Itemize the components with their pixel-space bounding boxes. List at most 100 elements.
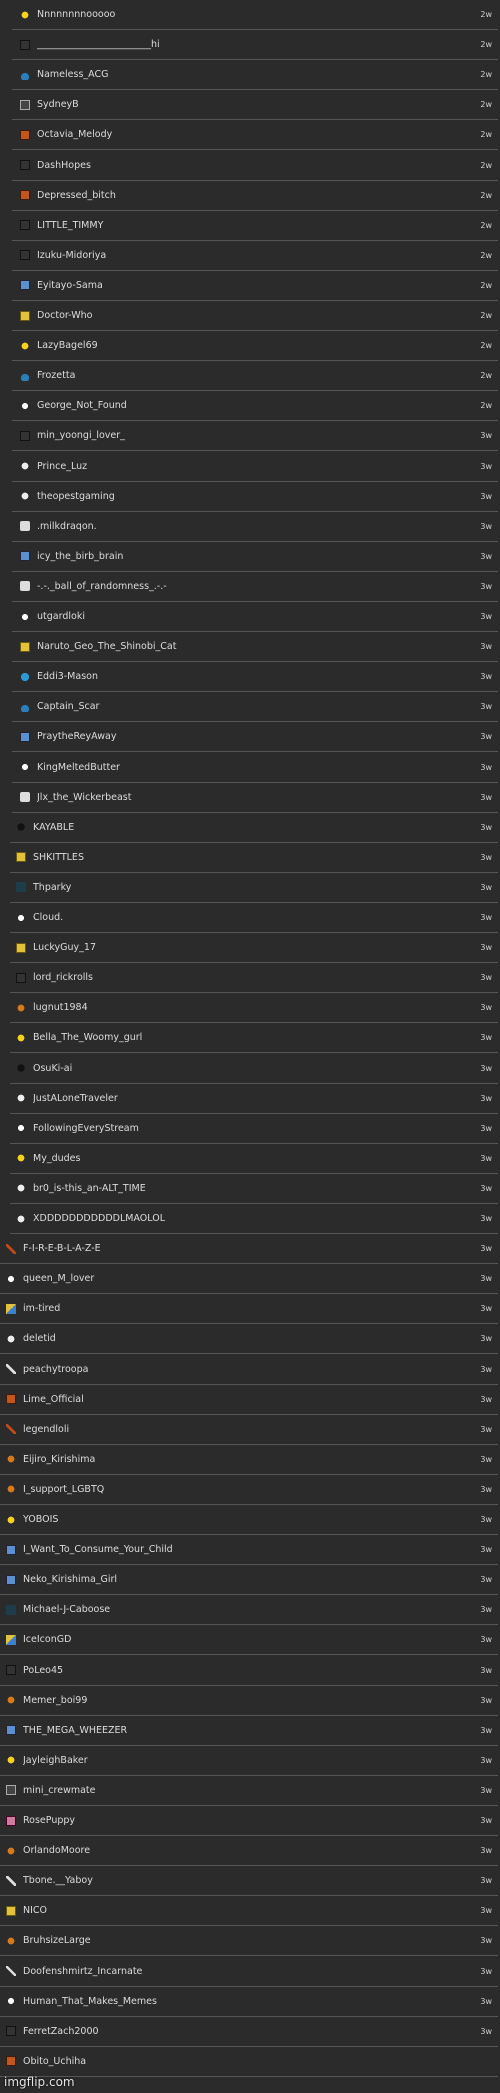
list-item[interactable]: LITTLE_TIMMY 2w xyxy=(12,210,498,241)
username[interactable]: lord_rickrolls xyxy=(33,972,480,983)
username[interactable]: I_Want_To_Consume_Your_Child xyxy=(23,1544,480,1555)
username[interactable]: PraytheReyAway xyxy=(37,731,480,742)
username[interactable]: deletid xyxy=(23,1333,480,1344)
list-item[interactable]: peachytroopa 3w xyxy=(0,1354,498,1385)
list-item[interactable]: Lime_Official 3w xyxy=(0,1384,498,1415)
username[interactable]: OsuKi-ai xyxy=(33,1063,480,1074)
list-item[interactable]: JustALoneTraveler 3w xyxy=(10,1083,498,1114)
username[interactable]: utgardloki xyxy=(37,611,480,622)
list-item[interactable]: I_support_LGBTQ 3w xyxy=(0,1474,498,1505)
username[interactable]: Cloud. xyxy=(33,912,480,923)
list-item[interactable]: SydneyB 2w xyxy=(12,90,498,121)
list-item[interactable]: XDDDDDDDDDDDLMAOLOL 3w xyxy=(10,1204,498,1234)
list-item[interactable]: Octavia_Melody 2w xyxy=(12,120,498,151)
username[interactable]: KingMeltedButter xyxy=(37,762,480,773)
username[interactable]: Tbone.__Yaboy xyxy=(23,1875,480,1886)
list-item[interactable]: Depressed_bitch 2w xyxy=(12,180,498,211)
list-item[interactable]: Bella_The_Woomy_gurl 3w xyxy=(10,1023,498,1054)
list-item[interactable]: queen_M_lover 3w xyxy=(0,1264,498,1295)
list-item[interactable]: utgardloki 3w xyxy=(12,602,498,632)
list-item[interactable]: OrlandoMoore 3w xyxy=(0,1836,498,1867)
list-item[interactable]: KAYABLE 3w xyxy=(10,812,498,843)
list-item[interactable]: Izuku-Midoriya 2w xyxy=(12,240,498,271)
username[interactable]: Nameless_ACG xyxy=(37,69,480,80)
username[interactable]: JustALoneTraveler xyxy=(33,1093,480,1104)
username[interactable]: theopestgaming xyxy=(37,491,480,502)
list-item[interactable]: IceIconGD 3w xyxy=(0,1625,498,1656)
list-item[interactable]: Prince_Luz 3w xyxy=(12,451,498,482)
username[interactable]: Doofenshmirtz_Incarnate xyxy=(23,1966,480,1977)
username[interactable]: -.-._ball_of_randomness_.-.- xyxy=(37,581,480,592)
list-item[interactable]: Tbone.__Yaboy 3w xyxy=(0,1866,498,1897)
list-item[interactable]: Eddi3-Mason 3w xyxy=(12,662,498,693)
list-item[interactable]: -.-._ball_of_randomness_.-.- 3w xyxy=(12,571,498,602)
username[interactable]: Bella_The_Woomy_gurl xyxy=(33,1032,480,1043)
list-item[interactable]: OsuKi-ai 3w xyxy=(10,1053,498,1084)
list-item[interactable]: mini_crewmate 3w xyxy=(0,1775,498,1806)
username[interactable]: Frozetta xyxy=(37,370,480,381)
username[interactable]: min_yoongi_lover_ xyxy=(37,430,480,441)
username[interactable]: Eddi3-Mason xyxy=(37,671,480,682)
username[interactable]: Izuku-Midoriya xyxy=(37,250,480,261)
username[interactable]: .milkdraqon. xyxy=(37,521,480,532)
list-item[interactable]: Doctor-Who 2w xyxy=(12,301,498,331)
list-item[interactable]: Doofenshmirtz_Incarnate 3w xyxy=(0,1956,498,1987)
username[interactable]: NICO xyxy=(23,1905,480,1916)
list-item[interactable]: im-tired 3w xyxy=(0,1294,498,1325)
list-item[interactable]: Frozetta 2w xyxy=(12,361,498,392)
list-item[interactable]: Neko_Kirishima_Girl 3w xyxy=(0,1565,498,1596)
list-item[interactable]: Jlx_the_Wickerbeast 3w xyxy=(12,782,498,813)
username[interactable]: YOBOIS xyxy=(23,1514,480,1525)
list-item[interactable]: Eyitayo-Sama 2w xyxy=(12,270,498,301)
username[interactable]: RosePuppy xyxy=(23,1815,480,1826)
username[interactable]: Lime_Official xyxy=(23,1394,480,1405)
list-item[interactable]: KingMeltedButter 3w xyxy=(12,752,498,783)
username[interactable]: mini_crewmate xyxy=(23,1785,480,1796)
username[interactable]: PoLeo45 xyxy=(23,1665,480,1676)
list-item[interactable]: F-I-R-E-B-L-A-Z-E 3w xyxy=(0,1234,498,1265)
username[interactable]: Depressed_bitch xyxy=(37,190,480,201)
username[interactable]: br0_is-this_an-ALT_TIME xyxy=(33,1183,480,1194)
list-item[interactable]: lugnut1984 3w xyxy=(10,993,498,1024)
list-item[interactable]: THE_MEGA_WHEEZER 3w xyxy=(0,1715,498,1746)
username[interactable]: Eijiro_Kirishima xyxy=(23,1454,480,1465)
list-item[interactable]: DashHopes 2w xyxy=(12,150,498,181)
username[interactable]: Eyitayo-Sama xyxy=(37,280,480,291)
list-item[interactable]: PoLeo45 3w xyxy=(0,1655,498,1686)
username[interactable]: IceIconGD xyxy=(23,1634,480,1645)
username[interactable]: Neko_Kirishima_Girl xyxy=(23,1574,480,1585)
list-item[interactable]: br0_is-this_an-ALT_TIME 3w xyxy=(10,1173,498,1204)
username[interactable]: Memer_boi99 xyxy=(23,1695,480,1706)
username[interactable]: Doctor-Who xyxy=(37,310,480,321)
list-item[interactable]: PraytheReyAway 3w xyxy=(12,722,498,753)
list-item[interactable]: BruhsizeLarge 3w xyxy=(0,1926,498,1957)
username[interactable]: My_dudes xyxy=(33,1153,480,1164)
list-item[interactable]: Cloud. 3w xyxy=(10,903,498,933)
username[interactable]: FerretZach2000 xyxy=(23,2026,480,2037)
list-item[interactable]: ________________________hi 2w xyxy=(12,30,498,61)
username[interactable]: SydneyB xyxy=(37,99,480,110)
username[interactable]: Thparky xyxy=(33,882,480,893)
username[interactable]: OrlandoMoore xyxy=(23,1845,480,1856)
username[interactable]: JayleighBaker xyxy=(23,1755,480,1766)
list-item[interactable]: .milkdraqon. 3w xyxy=(12,511,498,542)
username[interactable]: BruhsizeLarge xyxy=(23,1935,480,1946)
username[interactable]: KAYABLE xyxy=(33,822,480,833)
username[interactable]: LuckyGuy_17 xyxy=(33,942,480,953)
list-item[interactable]: theopestgaming 3w xyxy=(12,481,498,512)
list-item[interactable]: deletid 3w xyxy=(0,1324,498,1355)
username[interactable]: Captain_Scar xyxy=(37,701,480,712)
username[interactable]: SHKITTLES xyxy=(33,852,480,863)
list-item[interactable]: Eijiro_Kirishima 3w xyxy=(0,1444,498,1475)
username[interactable]: George_Not_Found xyxy=(37,400,480,411)
list-item[interactable]: LuckyGuy_17 3w xyxy=(10,933,498,964)
list-item[interactable]: Memer_boi99 3w xyxy=(0,1685,498,1716)
username[interactable]: I_support_LGBTQ xyxy=(23,1484,480,1495)
username[interactable]: FollowingEveryStream xyxy=(33,1123,480,1134)
list-item[interactable]: SHKITTLES 3w xyxy=(10,842,498,873)
list-item[interactable]: Human_That_Makes_Memes 3w xyxy=(0,1986,498,2017)
list-item[interactable]: George_Not_Found 2w xyxy=(12,391,498,422)
username[interactable]: Naruto_Geo_The_Shinobi_Cat xyxy=(37,641,480,652)
list-item[interactable]: RosePuppy 3w xyxy=(0,1806,498,1836)
list-item[interactable]: YOBOIS 3w xyxy=(0,1505,498,1535)
